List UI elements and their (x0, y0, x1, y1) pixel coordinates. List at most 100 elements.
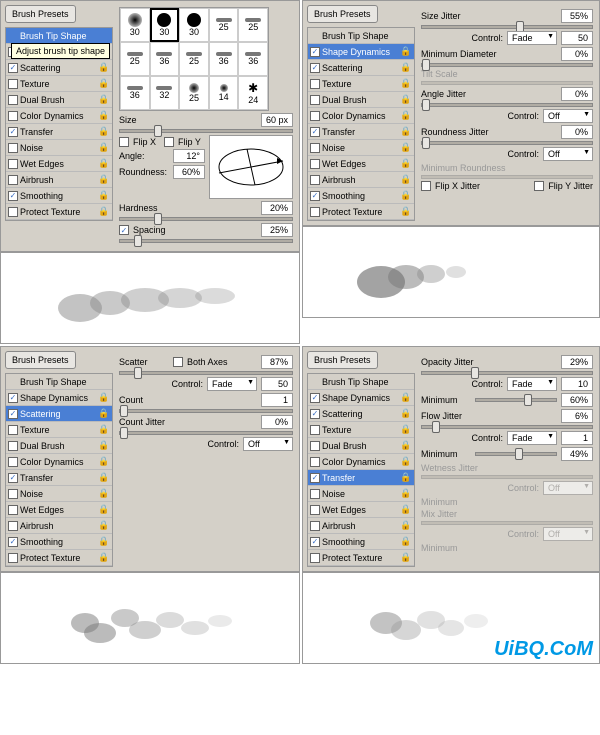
hardness-slider[interactable] (119, 217, 293, 221)
option-smoothing[interactable]: ✓Smoothing🔒 (308, 534, 414, 550)
lock-icon[interactable]: 🔒 (400, 94, 412, 106)
scatter-control-dropdown[interactable]: Fade (207, 377, 257, 391)
checkbox-icon[interactable]: ✓ (8, 537, 18, 547)
flip-y-jitter-checkbox[interactable] (534, 181, 544, 191)
checkbox-icon[interactable] (310, 207, 320, 217)
scatter-fade-value[interactable]: 50 (261, 377, 293, 391)
option-texture[interactable]: Texture🔒 (308, 422, 414, 438)
checkbox-icon[interactable]: ✓ (310, 409, 320, 419)
flow-control-dropdown[interactable]: Fade (507, 431, 557, 445)
lock-icon[interactable]: 🔒 (400, 440, 412, 452)
size-jitter-fade-value[interactable]: 50 (561, 31, 593, 45)
checkbox-icon[interactable]: ✓ (8, 393, 18, 403)
option-color-dynamics[interactable]: Color Dynamics🔒 (308, 108, 414, 124)
lock-icon[interactable]: 🔒 (98, 408, 110, 420)
option-texture[interactable]: Texture🔒 (308, 76, 414, 92)
size-jitter-slider[interactable] (421, 25, 593, 29)
lock-icon[interactable]: 🔒 (400, 424, 412, 436)
checkbox-icon[interactable] (310, 79, 320, 89)
option-protect-texture[interactable]: Protect Texture🔒 (6, 204, 112, 220)
lock-icon[interactable]: 🔒 (400, 472, 412, 484)
lock-icon[interactable]: 🔒 (400, 488, 412, 500)
angle-roundness-control[interactable] (209, 135, 293, 199)
opacity-jitter-slider[interactable] (421, 371, 593, 375)
spacing-value[interactable]: 25% (261, 223, 293, 237)
lock-icon[interactable]: 🔒 (98, 392, 110, 404)
count-value[interactable]: 1 (261, 393, 293, 407)
flip-y-checkbox[interactable] (164, 137, 174, 147)
option-smoothing[interactable]: ✓Smoothing🔒 (6, 188, 112, 204)
checkbox-icon[interactable] (8, 95, 18, 105)
lock-icon[interactable]: 🔒 (98, 78, 110, 90)
roundness-jitter-slider[interactable] (421, 141, 593, 145)
option-wet-edges[interactable]: Wet Edges🔒 (308, 156, 414, 172)
brush-thumb[interactable]: 25 (209, 8, 239, 42)
option-protect-texture[interactable]: Protect Texture🔒 (6, 550, 112, 566)
lock-icon[interactable]: 🔒 (98, 552, 110, 564)
checkbox-icon[interactable] (8, 457, 18, 467)
scatter-slider[interactable] (119, 371, 293, 375)
lock-icon[interactable]: 🔒 (400, 142, 412, 154)
lock-icon[interactable]: 🔒 (98, 190, 110, 202)
option-airbrush[interactable]: Airbrush🔒 (308, 172, 414, 188)
roundness-value[interactable]: 60% (173, 165, 205, 179)
checkbox-icon[interactable] (310, 425, 320, 435)
lock-icon[interactable]: 🔒 (98, 440, 110, 452)
option-brush-tip-shape[interactable]: Brush Tip Shape (308, 374, 414, 390)
brush-thumb[interactable]: 25 (179, 76, 209, 110)
checkbox-icon[interactable] (310, 489, 320, 499)
size-jitter-value[interactable]: 55% (561, 9, 593, 23)
size-jitter-control-dropdown[interactable]: Fade (507, 31, 557, 45)
option-transfer[interactable]: ✓Transfer🔒 (308, 470, 414, 486)
lock-icon[interactable]: 🔒 (400, 456, 412, 468)
option-shape-dynamics[interactable]: ✓Shape Dynamics🔒 (308, 44, 414, 60)
lock-icon[interactable]: 🔒 (98, 504, 110, 516)
opacity-fade-value[interactable]: 10 (561, 377, 593, 391)
both-axes-checkbox[interactable] (173, 357, 183, 367)
checkbox-icon[interactable]: ✓ (310, 127, 320, 137)
checkbox-icon[interactable] (310, 505, 320, 515)
checkbox-icon[interactable] (310, 457, 320, 467)
option-scattering[interactable]: ✓Scattering🔒 (6, 60, 112, 76)
lock-icon[interactable]: 🔒 (400, 158, 412, 170)
option-transfer[interactable]: ✓Transfer🔒 (308, 124, 414, 140)
option-shape-dynamics[interactable]: ✓Shape Dynamics🔒 (308, 390, 414, 406)
lock-icon[interactable]: 🔒 (98, 488, 110, 500)
option-color-dynamics[interactable]: Color Dynamics🔒 (6, 454, 112, 470)
brush-thumb[interactable]: ✱24 (238, 76, 268, 110)
option-dual-brush[interactable]: Dual Brush🔒 (6, 438, 112, 454)
checkbox-icon[interactable] (8, 425, 18, 435)
lock-icon[interactable]: 🔒 (400, 536, 412, 548)
flow-jitter-slider[interactable] (421, 425, 593, 429)
lock-icon[interactable]: 🔒 (98, 158, 110, 170)
option-texture[interactable]: Texture🔒 (6, 422, 112, 438)
lock-icon[interactable]: 🔒 (400, 408, 412, 420)
option-dual-brush[interactable]: Dual Brush🔒 (308, 92, 414, 108)
option-smoothing[interactable]: ✓Smoothing🔒 (6, 534, 112, 550)
option-noise[interactable]: Noise🔒 (6, 140, 112, 156)
lock-icon[interactable]: 🔒 (98, 456, 110, 468)
min-diameter-value[interactable]: 0% (561, 47, 593, 61)
lock-icon[interactable]: 🔒 (400, 110, 412, 122)
option-scattering[interactable]: ✓Scattering🔒 (308, 406, 414, 422)
min-diameter-slider[interactable] (421, 63, 593, 67)
checkbox-icon[interactable] (310, 143, 320, 153)
option-scattering[interactable]: ✓Scattering🔒 (308, 60, 414, 76)
roundness-jitter-value[interactable]: 0% (561, 125, 593, 139)
flow-jitter-value[interactable]: 6% (561, 409, 593, 423)
lock-icon[interactable]: 🔒 (400, 62, 412, 74)
brush-thumb[interactable]: 36 (238, 42, 268, 76)
brush-presets-button[interactable]: Brush Presets (307, 351, 378, 369)
size-value[interactable]: 60 px (261, 113, 293, 127)
checkbox-icon[interactable] (8, 159, 18, 169)
brush-thumb[interactable]: 30 (120, 8, 150, 42)
checkbox-icon[interactable] (8, 79, 18, 89)
option-shape-dynamics[interactable]: ✓Shape Dynamics🔒 (6, 390, 112, 406)
opacity-minimum-value[interactable]: 60% (561, 393, 593, 407)
count-jitter-slider[interactable] (119, 431, 293, 435)
flip-x-checkbox[interactable] (119, 137, 129, 147)
opacity-minimum-slider[interactable] (475, 398, 557, 402)
checkbox-icon[interactable]: ✓ (310, 537, 320, 547)
checkbox-icon[interactable] (310, 521, 320, 531)
lock-icon[interactable]: 🔒 (400, 126, 412, 138)
